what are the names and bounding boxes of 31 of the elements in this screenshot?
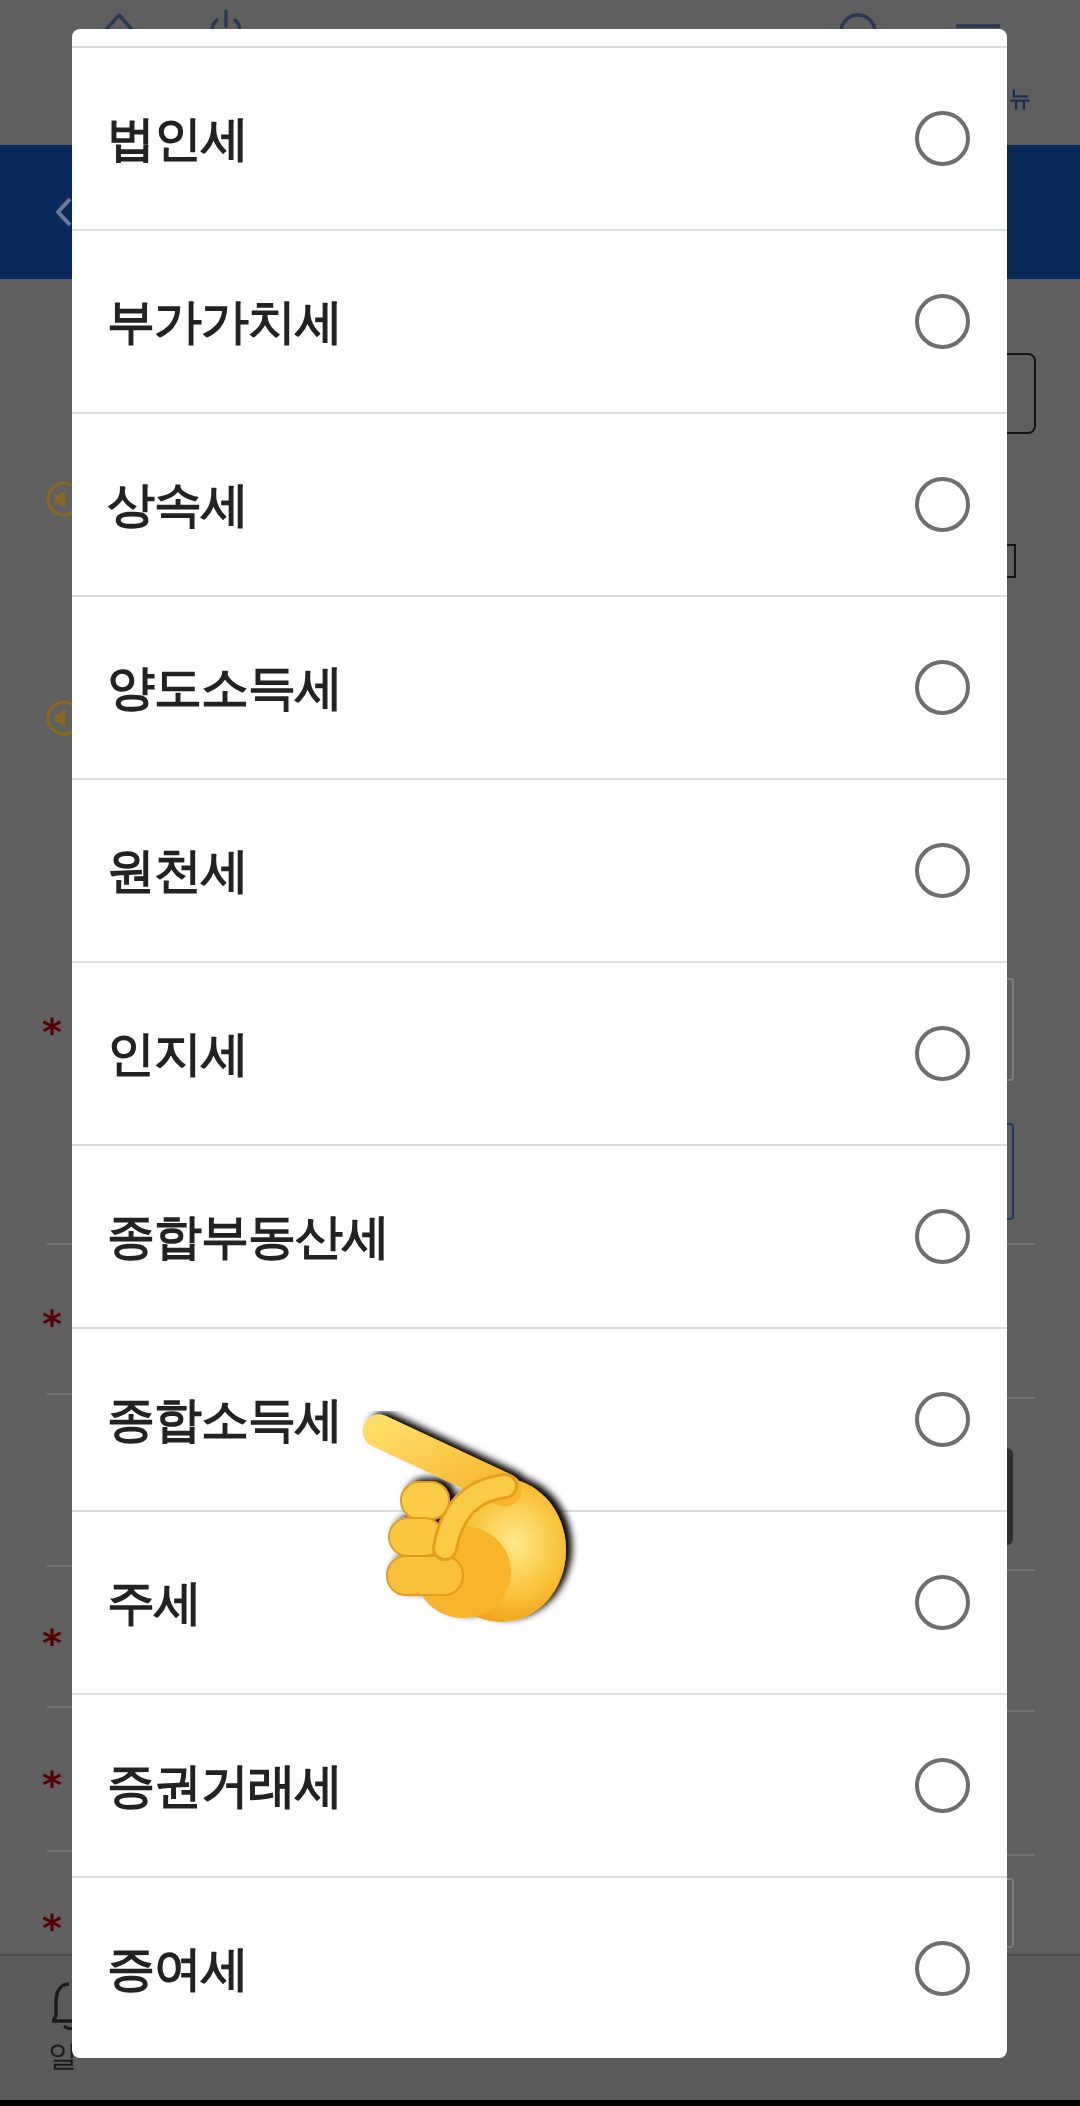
radio-button[interactable] [915, 294, 970, 349]
radio-button[interactable] [915, 1026, 970, 1081]
required-mark: * [42, 1016, 62, 1048]
bell-icon[interactable] [52, 1981, 72, 2030]
tax-type-option[interactable]: 원천세 [72, 778, 1007, 961]
radio-button[interactable] [915, 660, 970, 715]
tax-type-option[interactable]: 증여세 [72, 1876, 1007, 2058]
radio-button[interactable] [915, 1209, 970, 1264]
tax-type-option[interactable]: 종합부동산세 [72, 1144, 1007, 1327]
power-icon[interactable] [207, 10, 245, 30]
tax-type-option[interactable]: 법인세 [72, 46, 1007, 229]
radio-button[interactable] [915, 843, 970, 898]
radio-button[interactable] [915, 111, 970, 166]
required-mark: * [42, 1627, 62, 1659]
tax-type-option[interactable]: 상속세 [72, 412, 1007, 595]
tax-type-option[interactable]: 인지세 [72, 961, 1007, 1144]
radio-button[interactable] [915, 1941, 970, 1996]
radio-button[interactable] [915, 1392, 970, 1447]
radio-button[interactable] [915, 1575, 970, 1630]
tax-type-option[interactable]: 주세 [72, 1510, 1007, 1693]
speaker-icon [44, 480, 72, 518]
radio-button[interactable] [915, 477, 970, 532]
tax-type-option[interactable]: 양도소득세 [72, 595, 1007, 778]
back-icon[interactable] [55, 196, 73, 228]
required-mark: * [42, 1769, 62, 1801]
required-mark: * [42, 1912, 62, 1944]
required-mark: * [42, 1308, 62, 1340]
radio-button[interactable] [915, 1758, 970, 1813]
speaker-icon [44, 699, 72, 737]
tax-type-option[interactable]: 부가가치세 [72, 229, 1007, 412]
tax-type-option[interactable]: 증권거래세 [72, 1693, 1007, 1876]
